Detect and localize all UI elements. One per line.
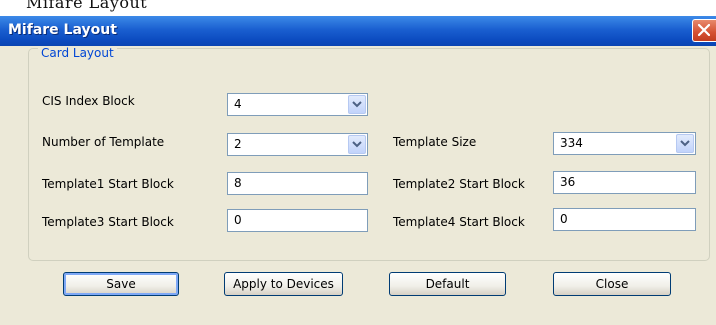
template-size-value: 334: [560, 136, 583, 150]
chevron-down-icon: [352, 101, 362, 108]
template3-start-block-label: Template3 Start Block: [42, 215, 174, 229]
close-window-button[interactable]: [692, 19, 716, 42]
cis-index-block-dropdown-button[interactable]: [348, 95, 366, 114]
card-layout-label: Card Layout: [38, 46, 117, 60]
template1-start-block-value: 8: [234, 176, 242, 190]
apply-to-devices-button[interactable]: Apply to Devices: [224, 272, 343, 296]
default-button[interactable]: Default: [389, 272, 506, 296]
number-of-template-label: Number of Template: [42, 135, 165, 149]
chevron-down-icon: [680, 140, 690, 147]
template-size-dropdown-button[interactable]: [676, 134, 694, 153]
dialog-title: Mifare Layout: [8, 22, 117, 38]
template1-start-block-label: Template1 Start Block: [42, 177, 174, 191]
background-window-strip: Mifare Layout: [0, 0, 716, 16]
save-button[interactable]: Save: [63, 272, 179, 296]
template3-start-block-value: 0: [234, 213, 242, 227]
cis-index-block-select[interactable]: 4: [227, 93, 368, 116]
template2-start-block-label: Template2 Start Block: [393, 177, 525, 191]
number-of-template-select[interactable]: 2: [227, 133, 368, 156]
template4-start-block-input[interactable]: 0: [553, 208, 696, 231]
cis-index-block-label: CIS Index Block: [42, 94, 135, 108]
number-of-template-value: 2: [234, 137, 242, 151]
template4-start-block-label: Template4 Start Block: [393, 215, 525, 229]
template2-start-block-value: 36: [560, 175, 576, 189]
template3-start-block-input[interactable]: 0: [227, 209, 368, 232]
number-of-template-dropdown-button[interactable]: [348, 135, 366, 154]
close-button[interactable]: Close: [553, 272, 671, 296]
chevron-down-icon: [352, 141, 362, 148]
background-window-title: Mifare Layout: [26, 0, 148, 12]
cis-index-block-value: 4: [234, 97, 242, 111]
title-bar[interactable]: Mifare Layout: [0, 16, 716, 46]
template1-start-block-input[interactable]: 8: [227, 172, 368, 195]
template4-start-block-value: 0: [560, 212, 568, 226]
template2-start-block-input[interactable]: 36: [553, 171, 696, 194]
template-size-select[interactable]: 334: [553, 132, 696, 155]
template-size-label: Template Size: [393, 135, 477, 149]
close-x-icon: [698, 24, 710, 36]
